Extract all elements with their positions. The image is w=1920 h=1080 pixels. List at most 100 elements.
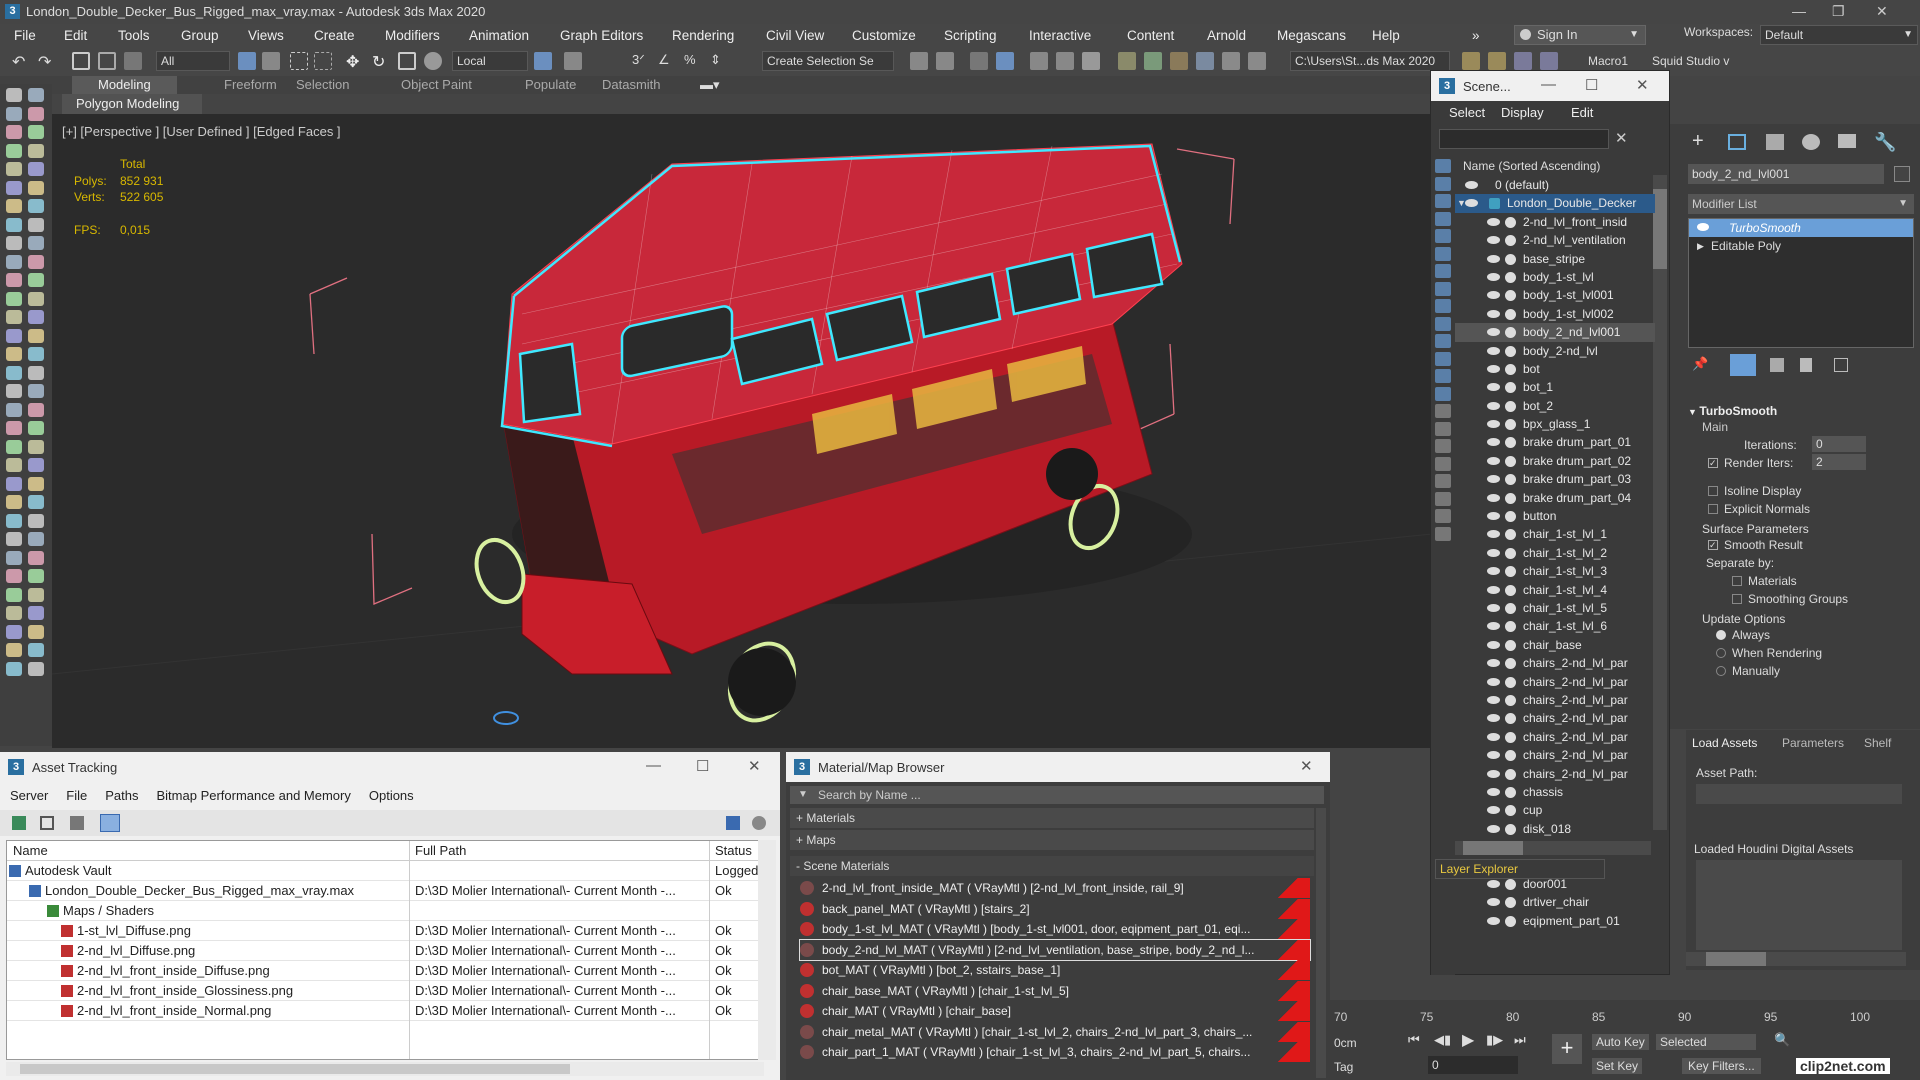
asset-menu-bitmap[interactable]: Bitmap Performance and Memory bbox=[157, 788, 351, 803]
eye-icon[interactable] bbox=[1487, 732, 1500, 741]
eye-icon[interactable] bbox=[1487, 640, 1500, 649]
redo-icon[interactable]: ↷ bbox=[38, 52, 56, 71]
eye-icon[interactable] bbox=[1487, 291, 1500, 300]
prev-frame-icon[interactable]: ◀▮ bbox=[1434, 1032, 1451, 1048]
material-item[interactable]: 2-nd_lvl_front_inside_MAT ( VRayMtl ) [2… bbox=[800, 878, 1310, 899]
restore-icon[interactable]: ❐ bbox=[1832, 3, 1845, 20]
tool-icon[interactable] bbox=[6, 384, 22, 398]
eye-icon[interactable] bbox=[1487, 787, 1500, 796]
tool-icon[interactable] bbox=[28, 550, 44, 565]
eye-icon[interactable] bbox=[1487, 475, 1500, 484]
scene-menu-display[interactable]: Display bbox=[1501, 105, 1544, 120]
asset-menu-options[interactable]: Options bbox=[369, 788, 414, 803]
goto-end-icon[interactable]: ⏭ bbox=[1514, 1032, 1526, 1048]
scene-item[interactable]: cup bbox=[1455, 801, 1655, 819]
eye-icon[interactable] bbox=[1487, 383, 1500, 392]
scene-filter-icon[interactable] bbox=[1435, 404, 1451, 418]
select-by-name-icon[interactable] bbox=[262, 52, 280, 70]
scene-item[interactable]: chair_1-st_lvl_6 bbox=[1455, 617, 1655, 635]
menu-create[interactable]: Create bbox=[314, 28, 355, 43]
eye-icon[interactable] bbox=[1487, 916, 1500, 925]
menu-content[interactable]: Content bbox=[1127, 28, 1174, 43]
scene-filter-icon[interactable] bbox=[1435, 526, 1451, 541]
asset-menu-paths[interactable]: Paths bbox=[105, 788, 138, 803]
minimize-icon[interactable]: — bbox=[646, 757, 661, 774]
tool-icon[interactable] bbox=[28, 495, 44, 509]
tool-icon[interactable] bbox=[28, 180, 44, 195]
search-icon[interactable]: 🔍 bbox=[1774, 1032, 1790, 1048]
scene-item[interactable]: button bbox=[1455, 507, 1655, 525]
tool-icon[interactable] bbox=[28, 347, 44, 361]
tool-icon[interactable] bbox=[6, 513, 22, 528]
scene-item[interactable]: bot bbox=[1455, 360, 1655, 378]
menu-tools[interactable]: Tools bbox=[118, 28, 150, 43]
material-item[interactable]: bot_MAT ( VRayMtl ) [bot_2, sstairs_base… bbox=[800, 960, 1310, 981]
tool-icon[interactable] bbox=[6, 347, 22, 361]
eye-icon[interactable] bbox=[1487, 530, 1500, 539]
scene-filter-icon[interactable] bbox=[1435, 159, 1451, 173]
table-view-icon[interactable] bbox=[100, 814, 120, 832]
tool-icon[interactable] bbox=[28, 661, 44, 676]
scene-scrollbar[interactable] bbox=[1653, 175, 1667, 830]
set-key-big-icon[interactable]: + bbox=[1552, 1034, 1582, 1064]
scene-item[interactable]: chair_1-st_lvl_1 bbox=[1455, 525, 1655, 543]
table-row[interactable]: 2-nd_lvl_front_inside_Diffuse.png D:\3D M… bbox=[7, 961, 763, 981]
tab-selection[interactable]: Selection bbox=[296, 77, 349, 92]
tab-freeform[interactable]: Freeform bbox=[224, 77, 277, 92]
display-tab-icon[interactable] bbox=[1838, 134, 1856, 148]
render-frame-icon[interactable] bbox=[1144, 52, 1162, 70]
tool-icon[interactable] bbox=[6, 180, 22, 195]
asset-tracking-titlebar[interactable]: 3 Asset Tracking — ☐ ✕ bbox=[0, 752, 780, 782]
tool-icon[interactable] bbox=[28, 310, 44, 324]
eye-icon[interactable] bbox=[1487, 567, 1500, 576]
group-materials[interactable]: + Materials bbox=[790, 808, 1314, 828]
ribbon-subpanel[interactable]: Polygon Modeling bbox=[62, 94, 202, 114]
scene-item[interactable]: bot_2 bbox=[1455, 397, 1655, 415]
scene-filter-icon[interactable] bbox=[1435, 264, 1451, 278]
tool-icon[interactable] bbox=[28, 143, 44, 158]
scene-item[interactable]: body_1-st_lvl bbox=[1455, 268, 1655, 286]
manually-radio[interactable] bbox=[1716, 666, 1726, 676]
align-icon[interactable] bbox=[936, 52, 954, 70]
archive-icon[interactable] bbox=[1540, 52, 1558, 70]
tool-icon[interactable] bbox=[6, 217, 22, 232]
tool-icon[interactable] bbox=[28, 365, 44, 380]
menu-rendering[interactable]: Rendering bbox=[672, 28, 734, 43]
scene-item[interactable]: chassis bbox=[1455, 783, 1655, 801]
goto-start-icon[interactable]: ⏮ bbox=[1408, 1032, 1420, 1048]
scene-filter-icon[interactable] bbox=[1435, 474, 1451, 488]
render-active-icon[interactable] bbox=[1222, 52, 1240, 70]
eye-icon[interactable] bbox=[1487, 493, 1500, 502]
table-row[interactable]: Maps / Shaders bbox=[7, 901, 763, 921]
eye-icon[interactable] bbox=[1487, 309, 1500, 318]
menu-civil-view[interactable]: Civil View bbox=[766, 28, 824, 43]
material-item[interactable]: body_1-st_lvl_MAT ( VRayMtl ) [body_1-st… bbox=[800, 919, 1310, 940]
menu-arnold[interactable]: Arnold bbox=[1207, 28, 1246, 43]
tool-icon[interactable] bbox=[6, 291, 22, 306]
asset-vscroll[interactable] bbox=[758, 840, 776, 1060]
selection-set-dropdown[interactable]: Create Selection Se bbox=[762, 51, 894, 71]
select-object-icon[interactable] bbox=[238, 52, 256, 70]
move-icon[interactable]: ✥ bbox=[346, 52, 364, 71]
eye-icon[interactable] bbox=[1697, 223, 1709, 231]
scene-filter-icon[interactable] bbox=[1435, 386, 1451, 401]
tool-icon[interactable] bbox=[6, 569, 22, 583]
scene-filter-icon[interactable] bbox=[1435, 211, 1451, 226]
sign-in-button[interactable]: Sign In ▼ bbox=[1514, 25, 1646, 45]
tool-icon[interactable] bbox=[6, 550, 22, 565]
loaded-assets-list[interactable] bbox=[1696, 860, 1902, 950]
scene-item[interactable]: body_2_nd_lvl001 bbox=[1455, 323, 1655, 342]
snaps-toggle-icon[interactable]: 3ᐟ bbox=[632, 52, 650, 70]
utilities-tab-icon[interactable]: 🔧 bbox=[1874, 132, 1896, 153]
tool-icon[interactable] bbox=[6, 236, 22, 250]
link-icon[interactable] bbox=[72, 52, 90, 70]
asset-hscroll[interactable] bbox=[6, 1062, 764, 1076]
tool-icon[interactable] bbox=[28, 88, 44, 102]
tool-icon[interactable] bbox=[6, 643, 22, 657]
eye-icon[interactable] bbox=[1487, 548, 1500, 557]
tab-load-assets[interactable]: Load Assets bbox=[1692, 736, 1757, 750]
tool-icon[interactable] bbox=[28, 513, 44, 528]
tool-icon[interactable] bbox=[28, 162, 44, 176]
scene-filter-icon[interactable] bbox=[1435, 369, 1451, 383]
angle-snap-icon[interactable]: ∠ bbox=[658, 52, 676, 70]
